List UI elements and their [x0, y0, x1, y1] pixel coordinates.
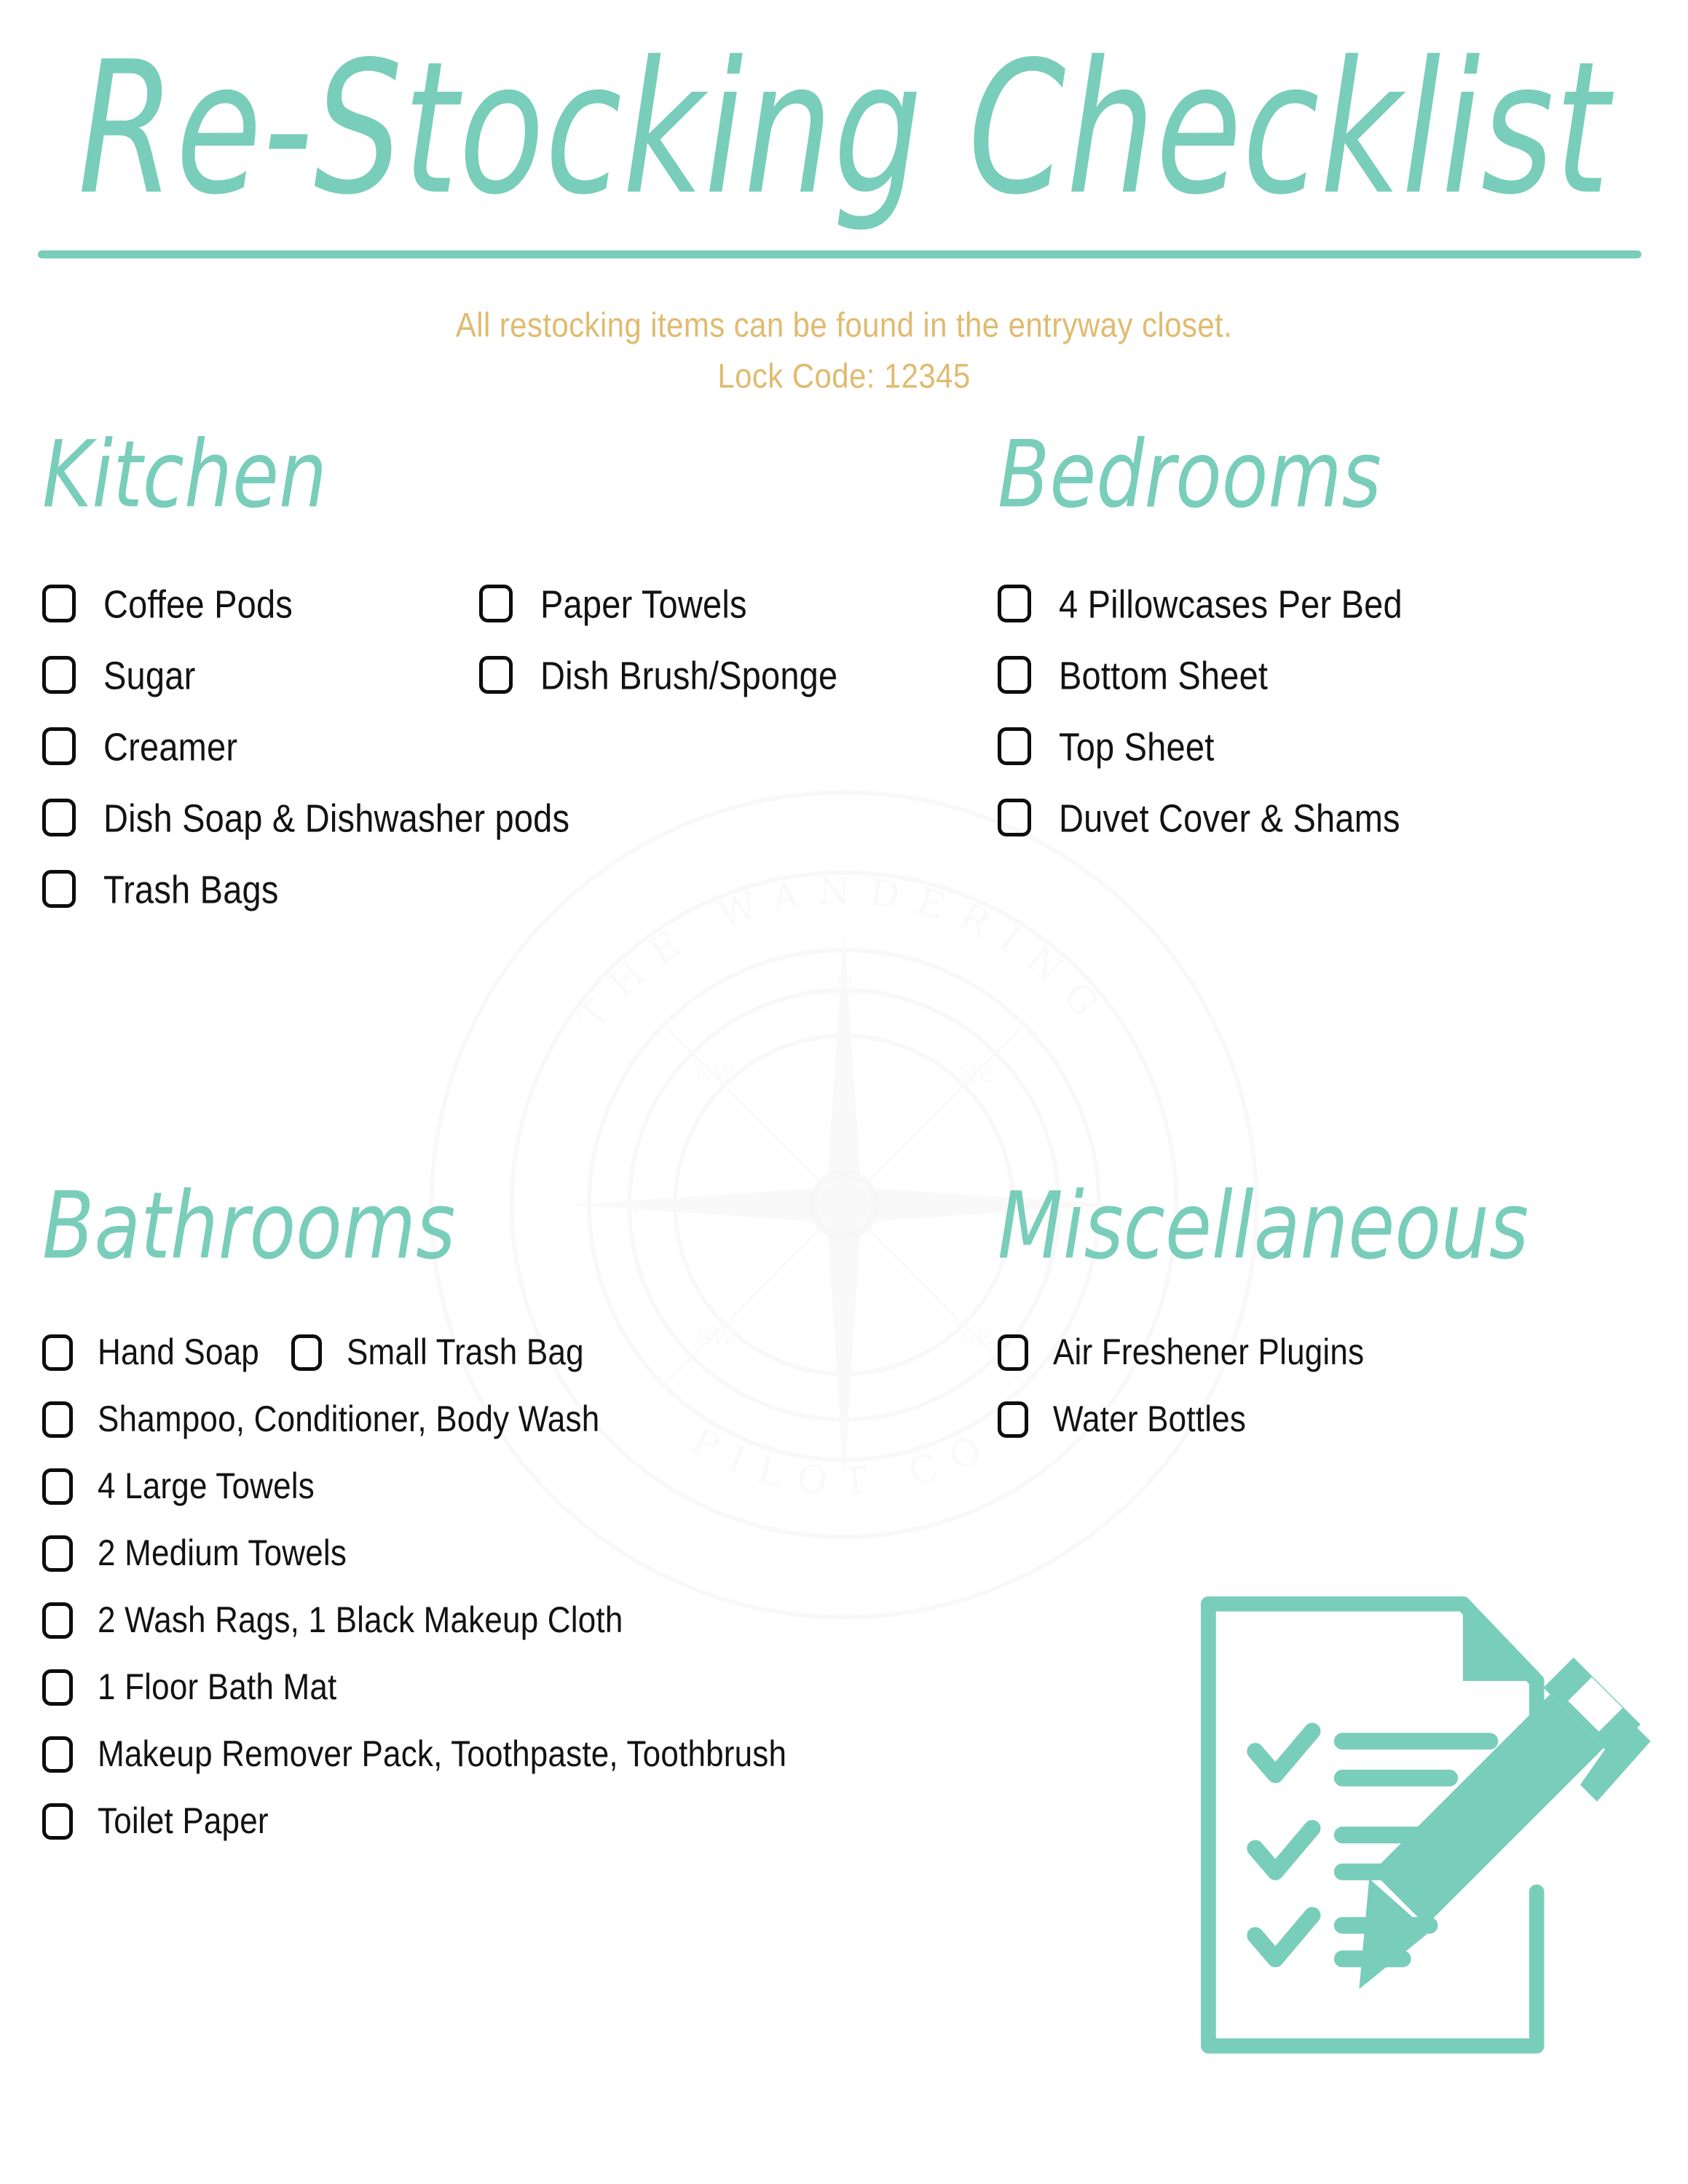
- page-title: Re-Stocking Checklist: [0, 38, 1688, 221]
- kitchen-row: Coffee Pods Paper Towels: [42, 579, 989, 651]
- section-miscellaneous: Miscellaneous Air Freshener Plugins Wate…: [998, 1179, 1653, 1465]
- checklist-item-label: Air Freshener Plugins: [1053, 1332, 1365, 1373]
- checkbox[interactable]: [998, 1401, 1028, 1438]
- checklist-pen-icon: [1201, 1596, 1651, 2054]
- checkbox[interactable]: [42, 585, 76, 622]
- section-heading-bathrooms: Bathrooms: [42, 1171, 456, 1280]
- checkbox[interactable]: [42, 1669, 73, 1706]
- checklist-item-label: Shampoo, Conditioner, Body Wash: [98, 1398, 600, 1440]
- checklist-item-label: Dish Soap & Dishwasher pods: [103, 795, 570, 840]
- bathrooms-item-list: Hand Soap Small Trash Bag Shampoo, Condi…: [42, 1331, 989, 1843]
- checkbox[interactable]: [42, 799, 76, 836]
- page-title-text: Re-Stocking Checklist: [77, 23, 1611, 236]
- checklist-item[interactable]: Small Trash Bag: [291, 1331, 584, 1374]
- checklist-item[interactable]: Creamer: [42, 722, 989, 770]
- checkbox[interactable]: [42, 1401, 73, 1438]
- checkbox[interactable]: [42, 1535, 73, 1572]
- section-bathrooms: Bathrooms Hand Soap Small Trash Bag Sham…: [42, 1179, 989, 1867]
- checklist-item[interactable]: Trash Bags: [42, 865, 989, 913]
- svg-text:NW: NW: [695, 1062, 736, 1087]
- checklist-item[interactable]: Coffee Pods: [42, 579, 479, 628]
- checkbox[interactable]: [998, 585, 1031, 622]
- checklist-item-label: 4 Large Towels: [98, 1465, 315, 1507]
- checkbox[interactable]: [42, 1803, 73, 1840]
- section-heading-kitchen: Kitchen: [42, 420, 327, 529]
- checklist-item-label: Water Bottles: [1053, 1398, 1247, 1440]
- subtitle-lock-code: Lock Code: 12345: [717, 357, 971, 395]
- checkbox[interactable]: [42, 1736, 73, 1773]
- checklist-item[interactable]: Top Sheet: [998, 722, 1653, 770]
- checkbox[interactable]: [42, 1334, 73, 1371]
- section-bedrooms: Bedrooms 4 Pillowcases Per Bed Bottom Sh…: [998, 428, 1653, 865]
- checklist-item[interactable]: Dish Soap & Dishwasher pods: [42, 794, 989, 842]
- subtitle-location: All restocking items can be found in the…: [455, 306, 1233, 344]
- checklist-item[interactable]: Duvet Cover & Shams: [998, 794, 1653, 842]
- checklist-item[interactable]: Water Bottles: [998, 1398, 1653, 1441]
- checklist-item[interactable]: Sugar: [42, 651, 479, 699]
- checklist-item-label: 2 Wash Rags, 1 Black Makeup Cloth: [98, 1599, 623, 1641]
- checklist-item-label: Dish Brush/Sponge: [540, 652, 838, 697]
- checkbox[interactable]: [998, 656, 1031, 694]
- checklist-item-label: Top Sheet: [1059, 724, 1215, 769]
- checkbox[interactable]: [42, 1468, 73, 1505]
- checklist-item[interactable]: Hand Soap: [42, 1331, 259, 1374]
- checklist-item[interactable]: Dish Brush/Sponge: [479, 651, 837, 699]
- checklist-item-label: 2 Medium Towels: [98, 1532, 347, 1574]
- checklist-item-label: Small Trash Bag: [346, 1332, 584, 1373]
- checklist-item-label: 4 Pillowcases Per Bed: [1059, 581, 1403, 626]
- checklist-item[interactable]: 1 Floor Bath Mat: [42, 1666, 989, 1709]
- checklist-item[interactable]: Bottom Sheet: [998, 651, 1653, 699]
- checklist-item[interactable]: Shampoo, Conditioner, Body Wash: [42, 1398, 989, 1441]
- checklist-item[interactable]: 2 Medium Towels: [42, 1532, 989, 1575]
- checklist-item-label: Bottom Sheet: [1059, 652, 1269, 697]
- checklist-item[interactable]: Paper Towels: [479, 579, 747, 628]
- checklist-item-label: Trash Bags: [103, 866, 279, 911]
- checkbox[interactable]: [998, 1334, 1028, 1371]
- kitchen-item-list: Coffee Pods Paper Towels Sugar Dish Brus…: [42, 579, 989, 913]
- checklist-item-label: Hand Soap: [98, 1332, 259, 1373]
- svg-text:NE: NE: [958, 1062, 993, 1087]
- checklist-item-label: Coffee Pods: [103, 581, 293, 626]
- kitchen-row: Sugar Dish Brush/Sponge: [42, 651, 989, 722]
- checkbox[interactable]: [479, 656, 513, 694]
- checklist-item-label: Paper Towels: [540, 581, 747, 626]
- section-heading-bedrooms: Bedrooms: [998, 420, 1381, 529]
- checkbox[interactable]: [42, 727, 76, 765]
- checklist-item[interactable]: 4 Large Towels: [42, 1465, 989, 1508]
- checkbox[interactable]: [998, 799, 1031, 836]
- checklist-item-label: Sugar: [103, 652, 196, 697]
- checklist-item-label: Duvet Cover & Shams: [1059, 795, 1400, 840]
- section-kitchen: Kitchen Coffee Pods Paper Towels Sugar D…: [42, 428, 989, 936]
- checklist-item[interactable]: 2 Wash Rags, 1 Black Makeup Cloth: [42, 1599, 989, 1642]
- checklist-item-label: Makeup Remover Pack, Toothpaste, Toothbr…: [98, 1733, 787, 1775]
- checklist-item[interactable]: Makeup Remover Pack, Toothpaste, Toothbr…: [42, 1733, 989, 1776]
- checklist-item[interactable]: Air Freshener Plugins: [998, 1331, 1653, 1374]
- checklist-item-label: Creamer: [103, 724, 238, 769]
- checklist-item[interactable]: 4 Pillowcases Per Bed: [998, 579, 1653, 628]
- checkbox[interactable]: [42, 1602, 73, 1639]
- subtitle-block: All restocking items can be found in the…: [0, 300, 1688, 402]
- checklist-item-label: Toilet Paper: [98, 1800, 269, 1842]
- checkbox[interactable]: [42, 656, 76, 694]
- checklist-item-label: 1 Floor Bath Mat: [98, 1666, 337, 1708]
- checkbox[interactable]: [479, 585, 513, 622]
- svg-text:N: N: [835, 973, 853, 998]
- miscellaneous-item-list: Air Freshener Plugins Water Bottles: [998, 1331, 1653, 1441]
- checklist-item[interactable]: Toilet Paper: [42, 1800, 989, 1843]
- checkbox[interactable]: [291, 1334, 322, 1371]
- bathrooms-row: Hand Soap Small Trash Bag: [42, 1331, 989, 1374]
- title-underline: [38, 250, 1641, 258]
- checkbox[interactable]: [998, 727, 1031, 765]
- bedrooms-item-list: 4 Pillowcases Per Bed Bottom Sheet Top S…: [998, 579, 1653, 842]
- section-heading-miscellaneous: Miscellaneous: [998, 1171, 1529, 1280]
- checkbox[interactable]: [42, 870, 76, 908]
